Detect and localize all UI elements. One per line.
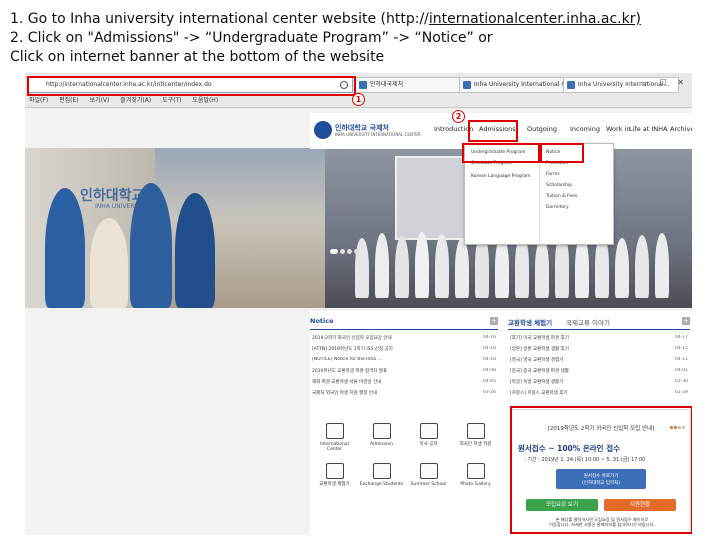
list-item[interactable]: [NOTICE] Notice for the Inha ... 04-10 <box>312 357 496 362</box>
favicon-icon <box>567 81 575 89</box>
person-figure <box>615 238 629 298</box>
nav-life-at-inha[interactable]: Life at INHA <box>629 125 668 133</box>
instructions: 1. Go to Inha university international c… <box>10 10 715 67</box>
photo-icon <box>466 463 485 479</box>
dropdown-tuition-fees[interactable]: Tuition & Fees <box>546 194 577 200</box>
person-figure <box>90 218 128 308</box>
slider-dot[interactable] <box>347 249 352 254</box>
quick-link-student-support[interactable]: 외국인 학생 지원 <box>453 423 498 447</box>
menu-tools[interactable]: 도구(T) <box>162 97 181 104</box>
notice-more-icon[interactable]: + <box>490 317 498 325</box>
dropdown-dormitory[interactable]: Dormitory <box>546 205 569 211</box>
dropdown-korean-language-program[interactable]: Korean Language Program <box>471 174 531 180</box>
quick-link-photo-gallery[interactable]: Photo Gallery <box>453 463 498 487</box>
open-book-icon <box>419 463 438 479</box>
person-figure <box>395 236 409 298</box>
person-figure <box>175 193 215 308</box>
quick-links: International Center Admission 학사 공지 외국인… <box>310 411 510 531</box>
annotation-marker-1: 1 <box>352 93 365 106</box>
quick-link-exchange-students[interactable]: Exchange Students <box>359 463 404 487</box>
list-item[interactable]: [독일] 독일 교환학생 생활기 01-30 <box>510 379 688 385</box>
list-item[interactable]: 2019-2학기 외국인 신입학 모집요강 안내 04-16 <box>312 335 496 341</box>
stories-tab-exchange[interactable]: 교환학생 체험기 <box>508 317 552 327</box>
browser-tab-2[interactable]: Inha University International C... <box>459 77 575 93</box>
window-controls[interactable]: — ☐ ✕ <box>641 78 688 87</box>
person-figure <box>435 234 449 298</box>
notice-title[interactable]: Notice <box>310 317 334 325</box>
instruction-step-1: 1. Go to Inha university international c… <box>10 11 641 27</box>
person-figure <box>535 238 549 298</box>
annotation-undergraduate <box>462 143 542 163</box>
list-item[interactable]: 해외 파견 교환학생 서류 마감일 안내 04-05 <box>312 379 496 385</box>
slider-dot[interactable] <box>340 249 345 254</box>
stories-divider <box>508 329 690 330</box>
quick-link-academic-notice[interactable]: 학사 공지 <box>406 423 451 447</box>
website-screenshot: http://internationalcenter.inha.ac.kr/in… <box>25 73 692 535</box>
notice-divider <box>310 329 498 330</box>
menu-help[interactable]: 도움말(H) <box>192 97 218 104</box>
person-figure <box>495 236 509 298</box>
person-figure <box>575 236 589 298</box>
annotation-notice <box>538 143 584 163</box>
person-figure <box>375 233 389 298</box>
exchange-icon <box>372 463 391 479</box>
quick-link-admission[interactable]: Admission <box>359 423 404 447</box>
instruction-url-link[interactable]: internationalcenter.inha.ac.kr) <box>429 11 641 27</box>
menu-favorites[interactable]: 즐겨찾기(A) <box>120 97 151 104</box>
annotation-admissions <box>468 120 518 142</box>
nav-incoming[interactable]: Incoming <box>570 125 600 133</box>
annotation-marker-2: 2 <box>452 110 465 123</box>
logo-subtitle: INHA UNIVERSITY INTERNATIONAL CENTER <box>335 132 421 137</box>
list-item[interactable]: 2019학년도 교환학생 파견 합격자 발표 04-08 <box>312 368 496 374</box>
person-figure <box>415 232 429 298</box>
nav-work-in[interactable]: Work in <box>606 125 630 133</box>
person-figure <box>455 238 469 298</box>
person-figure <box>130 183 172 308</box>
graduation-cap-icon <box>466 423 485 439</box>
browser-tab-1[interactable]: 인하대국제처 <box>355 77 471 93</box>
dropdown-forms[interactable]: Forms <box>546 172 560 178</box>
quick-link-exchange-stories[interactable]: 교환학생 체험기 <box>312 463 357 487</box>
nav-archive[interactable]: Archive <box>670 125 692 133</box>
menu-file[interactable]: 파일(F) <box>29 97 48 104</box>
person-figure <box>635 235 649 298</box>
annotation-address-bar <box>27 76 356 96</box>
globe-icon <box>325 423 344 439</box>
nav-outgoing[interactable]: Outgoing <box>527 125 557 133</box>
menu-view[interactable]: 보기(V) <box>90 97 110 104</box>
dropdown-scholarship[interactable]: Scholarship <box>546 183 572 189</box>
favicon-icon <box>463 81 471 89</box>
list-item[interactable]: [일본] 일본 교환학생 생활 후기 04-15 <box>510 346 688 352</box>
hero-slider-dots[interactable] <box>330 239 361 258</box>
monitor-icon <box>372 423 391 439</box>
inha-logo-icon <box>314 121 332 139</box>
stories-tab-international[interactable]: 국제교류 이야기 <box>566 317 610 327</box>
list-item[interactable]: [중국] 중국 교환학생 파견 생활 04-01 <box>510 368 688 374</box>
browser-menu-bar: 파일(F) 편집(E) 보기(V) 즐겨찾기(A) 도구(T) 도움말(H) <box>29 95 227 104</box>
people-icon <box>325 463 344 479</box>
menu-edit[interactable]: 편집(E) <box>59 97 79 104</box>
slider-dot[interactable] <box>354 249 359 254</box>
instruction-step-2-alt: Click on internet banner at the bottom o… <box>10 49 385 65</box>
list-item[interactable]: [ATTN] 2019학년도 1학기 ISS 신청 공지 04-10 <box>312 346 496 352</box>
favicon-icon <box>359 81 367 89</box>
person-figure <box>655 233 669 298</box>
instruction-step-2: 2. Click on "Admissions" -> “Undergradua… <box>10 30 493 46</box>
quick-link-summer-school[interactable]: Summer School <box>406 463 451 487</box>
stories-more-icon[interactable]: + <box>682 317 690 325</box>
book-icon <box>419 423 438 439</box>
list-item[interactable]: [프랑스] 프랑스 교환학생 후기 01-29 <box>510 390 688 396</box>
annotation-banner <box>510 406 692 534</box>
site-logo[interactable]: 인하대학교 국제처 INHA UNIVERSITY INTERNATIONAL … <box>314 121 421 141</box>
quick-link-international-center[interactable]: International Center <box>312 423 357 452</box>
person-figure <box>45 188 85 308</box>
list-item[interactable]: [후기] 미국 교환학생 파견 후기 04-17 <box>510 335 688 341</box>
slider-dot[interactable] <box>330 249 338 254</box>
list-item[interactable]: [영국] 영국 교환학생 경험기 04-11 <box>510 357 688 363</box>
list-item[interactable]: 국제처 외국인 학생 지원 행정 안내 03-26 <box>312 390 496 396</box>
